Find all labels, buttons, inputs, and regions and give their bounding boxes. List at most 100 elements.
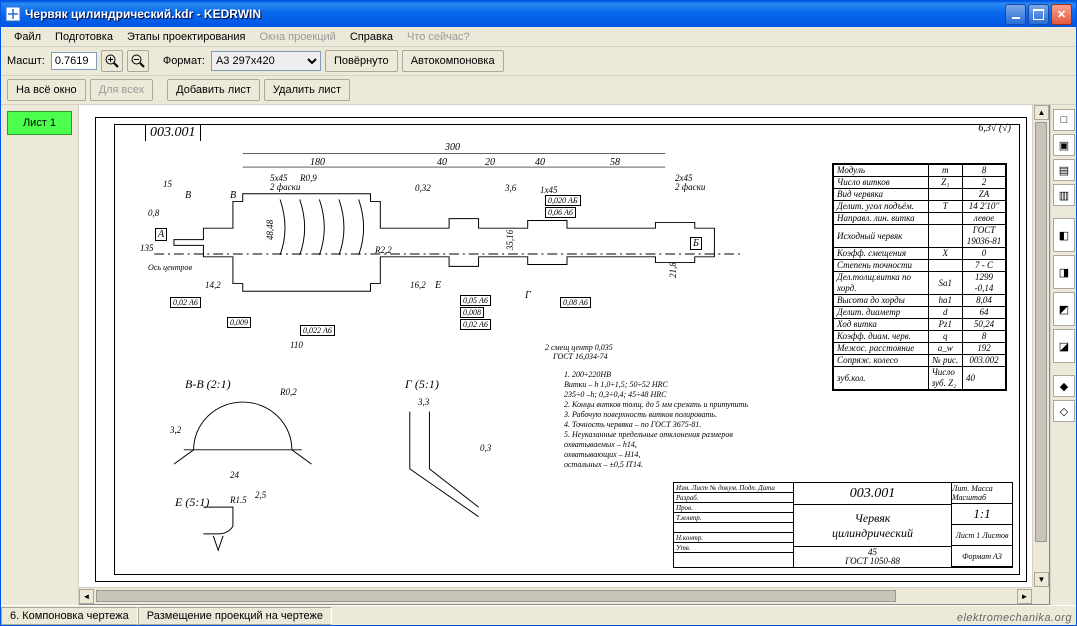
toolbar-row-1: Масшт: Формат: А3 297x420 Повёрнуто Авто… bbox=[1, 47, 1076, 76]
zoom-in-icon bbox=[104, 53, 120, 69]
e-25: 2,5 bbox=[255, 490, 266, 500]
toolbar-row-2: На всё окно Для всех Добавить лист Удали… bbox=[1, 76, 1076, 105]
dim-180: 180 bbox=[310, 157, 325, 168]
titlebar: Червяк цилиндрический.kdr - KEDRWIN bbox=[1, 1, 1076, 27]
drawing-sheet: 003.001 6,3√ (√) bbox=[95, 117, 1027, 582]
label-2faski: 2 фаски bbox=[270, 182, 300, 192]
scroll-corner bbox=[1032, 587, 1049, 604]
main-area: Лист 1 003.001 6,3√ (√) bbox=[1, 105, 1076, 605]
label-15: 15 bbox=[163, 179, 172, 189]
scale-input[interactable] bbox=[51, 52, 97, 70]
rotate-button[interactable]: Повёрнуто bbox=[325, 50, 398, 72]
right-tool-1[interactable]: ▣ bbox=[1053, 134, 1075, 156]
label-r09: R0,9 bbox=[300, 173, 317, 183]
dim-4848: 48,48 bbox=[265, 220, 275, 240]
dim-20: 20 bbox=[485, 157, 495, 168]
datum-A: А bbox=[155, 228, 167, 241]
app-window: Червяк цилиндрический.kdr - KEDRWIN Файл… bbox=[0, 0, 1077, 626]
label-08: 0,8 bbox=[148, 208, 159, 218]
section-E: E bbox=[435, 280, 441, 291]
statusbar: 6. Компоновка чертежа Размещение проекци… bbox=[1, 605, 1076, 625]
gtol-3: 0,022 А6 bbox=[300, 325, 335, 336]
right-tool-5[interactable]: ◨ bbox=[1053, 255, 1075, 289]
app-icon bbox=[5, 6, 21, 22]
delsheet-button[interactable]: Удалить лист bbox=[264, 79, 350, 101]
label-36: 3,6 bbox=[505, 183, 516, 193]
maximize-button[interactable] bbox=[1028, 4, 1049, 25]
close-button[interactable] bbox=[1051, 4, 1072, 25]
vertical-scrollbar[interactable]: ▲ ▼ bbox=[1032, 105, 1049, 587]
e-r15: R1.5 bbox=[230, 495, 247, 505]
right-tool-2[interactable]: ▤ bbox=[1053, 159, 1075, 181]
vscroll-thumb[interactable] bbox=[1035, 122, 1047, 542]
label-2faski-b: 2 фаски bbox=[675, 182, 705, 192]
section-V: В bbox=[185, 190, 191, 201]
right-tool-4[interactable]: ◧ bbox=[1053, 218, 1075, 252]
label-1x45: 1x45 bbox=[540, 185, 558, 195]
section-B: B bbox=[230, 190, 236, 201]
zoom-out-button[interactable] bbox=[127, 50, 149, 72]
detail-bb-title: В-В (2:1) bbox=[185, 377, 231, 392]
label-135: 135 bbox=[140, 243, 154, 253]
smesh-label: 2 смещ центр 0,035 bbox=[545, 343, 613, 352]
menu-stages[interactable]: Этапы проектирования bbox=[120, 31, 253, 43]
detail-e-title: Е (5:1) bbox=[175, 495, 209, 510]
right-tool-6[interactable]: ◩ bbox=[1053, 292, 1075, 326]
right-tool-8[interactable]: ◆ bbox=[1053, 375, 1075, 397]
minimize-button[interactable] bbox=[1005, 4, 1026, 25]
scroll-left-arrow[interactable]: ◄ bbox=[79, 589, 94, 604]
zoom-in-button[interactable] bbox=[101, 50, 123, 72]
label-osc: Ось центров bbox=[148, 263, 192, 272]
gtol-6: 0,02 А6 bbox=[460, 319, 491, 330]
gtol-4: 0,05 А6 bbox=[460, 295, 491, 306]
menu-help[interactable]: Справка bbox=[343, 31, 400, 43]
dim-40b: 40 bbox=[535, 157, 545, 168]
right-tool-3[interactable]: ▥ bbox=[1053, 184, 1075, 206]
tb-material: 45 ГОСТ 1050-88 bbox=[794, 547, 951, 567]
right-tool-7[interactable]: ◪ bbox=[1053, 329, 1075, 363]
right-tool-0[interactable]: □ bbox=[1053, 109, 1075, 131]
right-tool-9[interactable]: ◇ bbox=[1053, 400, 1075, 422]
format-select[interactable]: А3 297x420 bbox=[211, 51, 321, 71]
scroll-up-arrow[interactable]: ▲ bbox=[1034, 105, 1049, 120]
fullwindow-button[interactable]: На всё окно bbox=[7, 79, 86, 101]
bb-24: 24 bbox=[230, 470, 239, 480]
hscroll-thumb[interactable] bbox=[96, 590, 896, 602]
g-03: 0,3 bbox=[480, 443, 491, 453]
titleblock-right: Лит. Масса Масштаб 1:1 Лист 1 Листов Фор… bbox=[952, 483, 1012, 567]
gtol-5: 0,008 bbox=[460, 307, 484, 318]
sheet-tabs: Лист 1 bbox=[1, 105, 79, 605]
dim-142: 14,2 bbox=[205, 280, 221, 290]
technical-notes: 1. 200÷220НВ Витки – h 1,0÷1,5; 50÷52 HR… bbox=[564, 370, 819, 470]
gtol-8: 0,06 А6 bbox=[545, 207, 576, 218]
dim-300: 300 bbox=[445, 142, 460, 153]
scroll-down-arrow[interactable]: ▼ bbox=[1034, 572, 1049, 587]
menu-whatnow: Что сейчас? bbox=[400, 31, 477, 43]
horizontal-scrollbar[interactable]: ◄ ► bbox=[79, 587, 1032, 604]
title-block: Изм. Лист № докум. Подп. ДатаРазраб.Пров… bbox=[673, 482, 1013, 568]
scale-label: Масшт: bbox=[7, 55, 45, 67]
detail-g-title: Г (5:1) bbox=[405, 377, 439, 392]
menu-file[interactable]: Файл bbox=[7, 31, 48, 43]
label-r22: R2,2 bbox=[375, 245, 392, 255]
gtol-9: 0,08 А6 bbox=[560, 297, 591, 308]
datum-B: Б bbox=[690, 237, 702, 250]
autolayout-button[interactable]: Автокомпоновка bbox=[402, 50, 504, 72]
gost-center: ГОСТ 16,034-74 bbox=[553, 352, 608, 361]
scroll-right-arrow[interactable]: ► bbox=[1017, 589, 1032, 604]
format-label: Формат: bbox=[163, 55, 205, 67]
drawing-canvas[interactable]: 003.001 6,3√ (√) bbox=[79, 105, 1050, 605]
status-pane-1: 6. Компоновка чертежа bbox=[1, 607, 138, 625]
dim-40a: 40 bbox=[437, 157, 447, 168]
menubar: Файл Подготовка Этапы проектирования Окн… bbox=[1, 27, 1076, 47]
menu-prepare[interactable]: Подготовка bbox=[48, 31, 120, 43]
dim-218: 21,8 bbox=[668, 262, 678, 278]
gtol-2: 0,009 bbox=[227, 317, 251, 328]
sheet-tab-1[interactable]: Лист 1 bbox=[7, 111, 72, 135]
drawing-frame: 003.001 6,3√ (√) bbox=[114, 124, 1020, 575]
status-pane-2: Размещение проекций на чертеже bbox=[138, 607, 332, 625]
titleblock-revisions: Изм. Лист № докум. Подп. ДатаРазраб.Пров… bbox=[674, 483, 794, 567]
addsheet-button[interactable]: Добавить лист bbox=[167, 79, 260, 101]
dim-110: 110 bbox=[290, 340, 303, 350]
gtol-1: 0,02 А6 bbox=[170, 297, 201, 308]
